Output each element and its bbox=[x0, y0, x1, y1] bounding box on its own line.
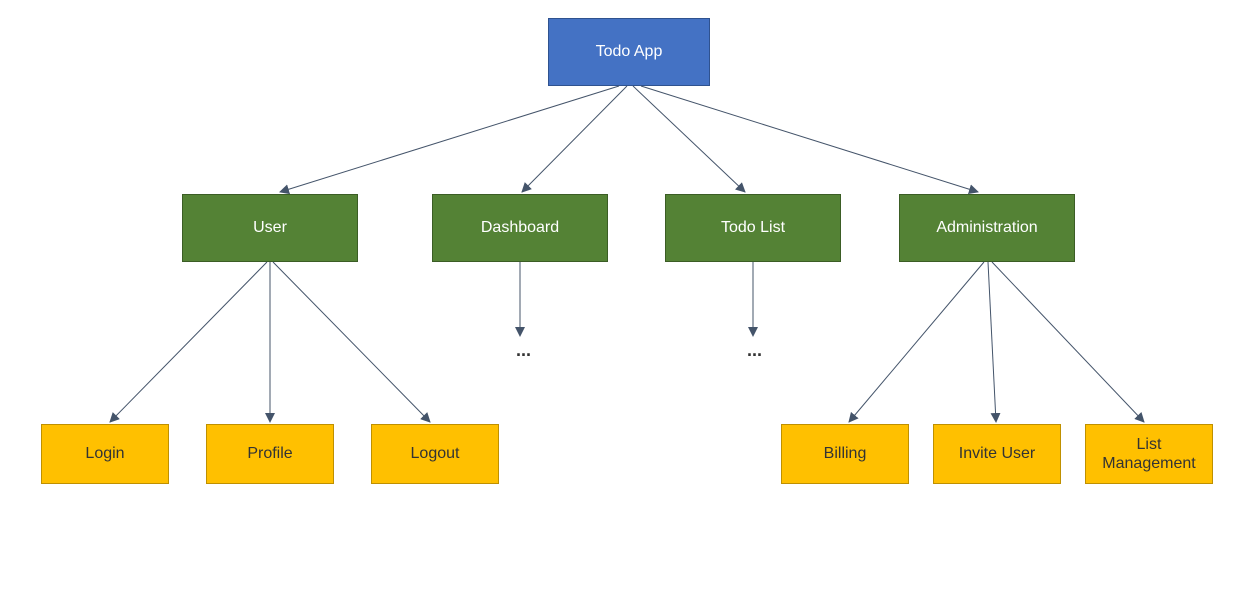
node-profile: Profile bbox=[206, 424, 334, 484]
node-inviteuser: Invite User bbox=[933, 424, 1061, 484]
node-user: User bbox=[182, 194, 358, 262]
node-logout-label: Logout bbox=[411, 445, 460, 463]
node-dashboard: Dashboard bbox=[432, 194, 608, 262]
node-profile-label: Profile bbox=[247, 445, 292, 463]
root-label: Todo App bbox=[596, 43, 663, 61]
node-listmanagement-label: List Management bbox=[1102, 435, 1195, 473]
node-billing: Billing bbox=[781, 424, 909, 484]
arrows-layer bbox=[0, 0, 1258, 596]
node-todolist: Todo List bbox=[665, 194, 841, 262]
ellipsis-dashboard: ... bbox=[516, 340, 531, 361]
ellipsis-todolist: ... bbox=[747, 340, 762, 361]
node-administration: Administration bbox=[899, 194, 1075, 262]
node-login: Login bbox=[41, 424, 169, 484]
node-login-label: Login bbox=[85, 445, 124, 463]
node-user-label: User bbox=[253, 219, 287, 237]
root-node-todo-app: Todo App bbox=[548, 18, 710, 86]
node-logout: Logout bbox=[371, 424, 499, 484]
node-inviteuser-label: Invite User bbox=[959, 445, 1035, 463]
node-billing-label: Billing bbox=[824, 445, 867, 463]
node-administration-label: Administration bbox=[936, 219, 1037, 237]
node-todolist-label: Todo List bbox=[721, 219, 785, 237]
node-listmanagement: List Management bbox=[1085, 424, 1213, 484]
node-dashboard-label: Dashboard bbox=[481, 219, 559, 237]
